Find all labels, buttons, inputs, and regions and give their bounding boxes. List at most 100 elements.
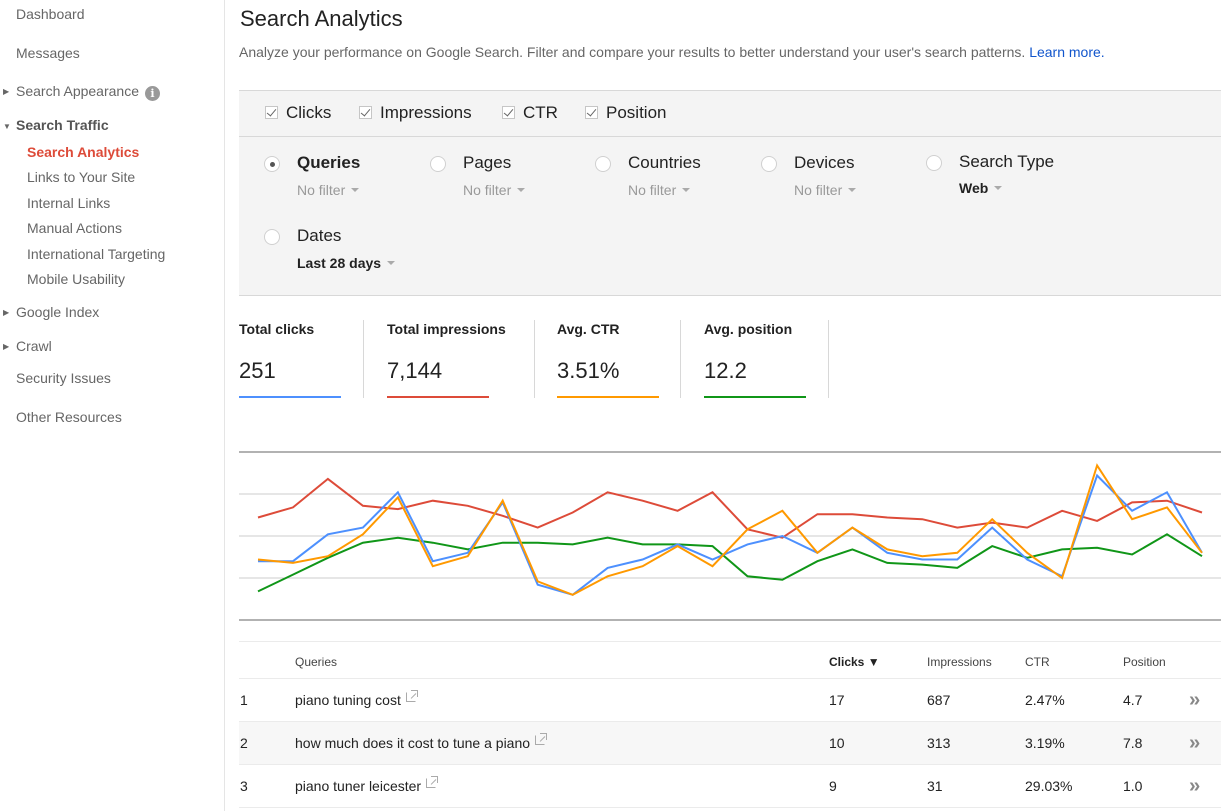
col-position[interactable]: Position [1123, 655, 1166, 669]
data-point-position[interactable] [500, 540, 506, 546]
data-point-position[interactable] [954, 565, 960, 571]
data-point-ctr[interactable] [255, 557, 261, 563]
data-point-ctr[interactable] [535, 578, 541, 584]
data-point-ctr[interactable] [360, 531, 366, 537]
nav-manual-actions[interactable]: Manual Actions [27, 220, 122, 236]
learn-more-link[interactable]: Learn more. [1029, 44, 1104, 60]
nav-messages[interactable]: Messages [16, 45, 80, 61]
nav-internal-links[interactable]: Internal Links [27, 195, 110, 211]
nav-search-traffic[interactable]: ▼ Search Traffic [3, 117, 109, 133]
data-point-ctr[interactable] [1129, 516, 1135, 522]
data-point-ctr[interactable] [325, 553, 331, 559]
data-point-position[interactable] [814, 558, 820, 564]
collapse-arrow-icon[interactable]: ▼ [3, 122, 11, 131]
data-point-impressions[interactable] [605, 489, 611, 495]
data-point-position[interactable] [535, 540, 541, 546]
data-point-position[interactable] [849, 546, 855, 552]
data-point-position[interactable] [605, 535, 611, 541]
data-point-position[interactable] [360, 540, 366, 546]
nav-mobile-usability[interactable]: Mobile Usability [27, 271, 125, 287]
nav-google-index[interactable]: ▶ Google Index [3, 304, 99, 320]
data-point-ctr[interactable] [430, 563, 436, 569]
data-point-ctr[interactable] [1094, 462, 1100, 468]
data-point-impressions[interactable] [1024, 525, 1030, 531]
nav-other-resources[interactable]: Other Resources [16, 409, 122, 425]
table-row[interactable]: 3 piano tuner leicester 9 31 29.03% 1.0 … [239, 765, 1221, 808]
data-point-ctr[interactable] [989, 516, 995, 522]
data-point-impressions[interactable] [849, 511, 855, 517]
data-point-impressions[interactable] [1129, 499, 1135, 505]
data-point-impressions[interactable] [814, 511, 820, 517]
data-point-clicks[interactable] [954, 557, 960, 563]
data-point-clicks[interactable] [605, 565, 611, 571]
checkbox-checked-icon[interactable] [585, 106, 598, 119]
data-point-impressions[interactable] [1164, 498, 1170, 504]
data-point-clicks[interactable] [779, 533, 785, 539]
nav-links-to-your-site[interactable]: Links to Your Site [27, 169, 135, 185]
queries-radio[interactable] [264, 156, 280, 172]
data-point-impressions[interactable] [675, 508, 681, 514]
dimension-label[interactable]: Countries [628, 153, 701, 173]
data-point-impressions[interactable] [500, 513, 506, 519]
data-point-ctr[interactable] [675, 543, 681, 549]
data-point-position[interactable] [430, 540, 436, 546]
checkbox-checked-icon[interactable] [359, 106, 372, 119]
dates-dropdown[interactable]: Last 28 days [297, 255, 396, 271]
data-point-position[interactable] [710, 543, 716, 549]
data-point-position[interactable] [1129, 551, 1135, 557]
data-point-ctr[interactable] [395, 494, 401, 500]
data-point-impressions[interactable] [360, 503, 366, 509]
dimension-label[interactable]: Devices [794, 153, 854, 173]
series-line-position[interactable] [257, 533, 1203, 593]
nav-search-analytics[interactable]: Search Analytics [27, 144, 139, 160]
nav-international-targeting[interactable]: International Targeting [27, 246, 165, 262]
data-point-impressions[interactable] [465, 503, 471, 509]
performance-line-chart[interactable] [239, 440, 1221, 630]
data-point-ctr[interactable] [500, 498, 506, 504]
col-impressions[interactable]: Impressions [927, 655, 992, 669]
countries-radio[interactable] [595, 156, 611, 172]
info-icon[interactable]: i [144, 86, 160, 101]
nav-security-issues[interactable]: Security Issues [16, 370, 111, 386]
data-point-position[interactable] [744, 573, 750, 579]
data-point-impressions[interactable] [954, 525, 960, 531]
data-point-clicks[interactable] [989, 525, 995, 531]
data-point-clicks[interactable] [1024, 557, 1030, 563]
expand-arrow-icon[interactable]: ▶ [3, 308, 9, 317]
queries-filter-dropdown[interactable]: No filter [297, 182, 360, 198]
pages-filter-dropdown[interactable]: No filter [463, 182, 526, 198]
data-point-ctr[interactable] [744, 526, 750, 532]
dimension-label[interactable]: Dates [297, 226, 341, 246]
row-query[interactable]: piano tuning cost [295, 690, 418, 708]
data-point-position[interactable] [779, 577, 785, 583]
search-type-dropdown[interactable]: Web [959, 180, 1003, 196]
data-point-position[interactable] [1059, 546, 1065, 552]
col-ctr[interactable]: CTR [1025, 655, 1050, 669]
external-link-icon[interactable] [405, 690, 418, 702]
table-row[interactable]: 1 piano tuning cost 17 687 2.47% 4.7 ›› [239, 679, 1221, 722]
data-point-ctr[interactable] [849, 525, 855, 531]
data-point-impressions[interactable] [640, 498, 646, 504]
dates-radio[interactable] [264, 229, 280, 245]
nav-dashboard[interactable]: Dashboard [16, 6, 85, 22]
data-point-ctr[interactable] [779, 508, 785, 514]
col-clicks-sorted[interactable]: Clicks ▼ [829, 655, 880, 669]
clicks-checkbox[interactable]: Clicks [265, 103, 331, 123]
data-point-ctr[interactable] [605, 573, 611, 579]
data-point-position[interactable] [395, 535, 401, 541]
data-point-position[interactable] [640, 541, 646, 547]
data-point-impressions[interactable] [290, 504, 296, 510]
position-checkbox[interactable]: Position [585, 103, 666, 123]
data-point-impressions[interactable] [395, 506, 401, 512]
data-point-clicks[interactable] [360, 525, 366, 531]
data-point-ctr[interactable] [1024, 550, 1030, 556]
data-point-impressions[interactable] [1199, 509, 1205, 515]
data-point-clicks[interactable] [710, 557, 716, 563]
data-point-impressions[interactable] [430, 498, 436, 504]
data-point-clicks[interactable] [640, 557, 646, 563]
double-chevron-right-icon[interactable]: ›› [1189, 732, 1200, 755]
row-query[interactable]: how much does it cost to tune a piano [295, 733, 548, 751]
devices-filter-dropdown[interactable]: No filter [794, 182, 857, 198]
col-queries[interactable]: Queries [295, 655, 337, 669]
data-point-ctr[interactable] [814, 550, 820, 556]
